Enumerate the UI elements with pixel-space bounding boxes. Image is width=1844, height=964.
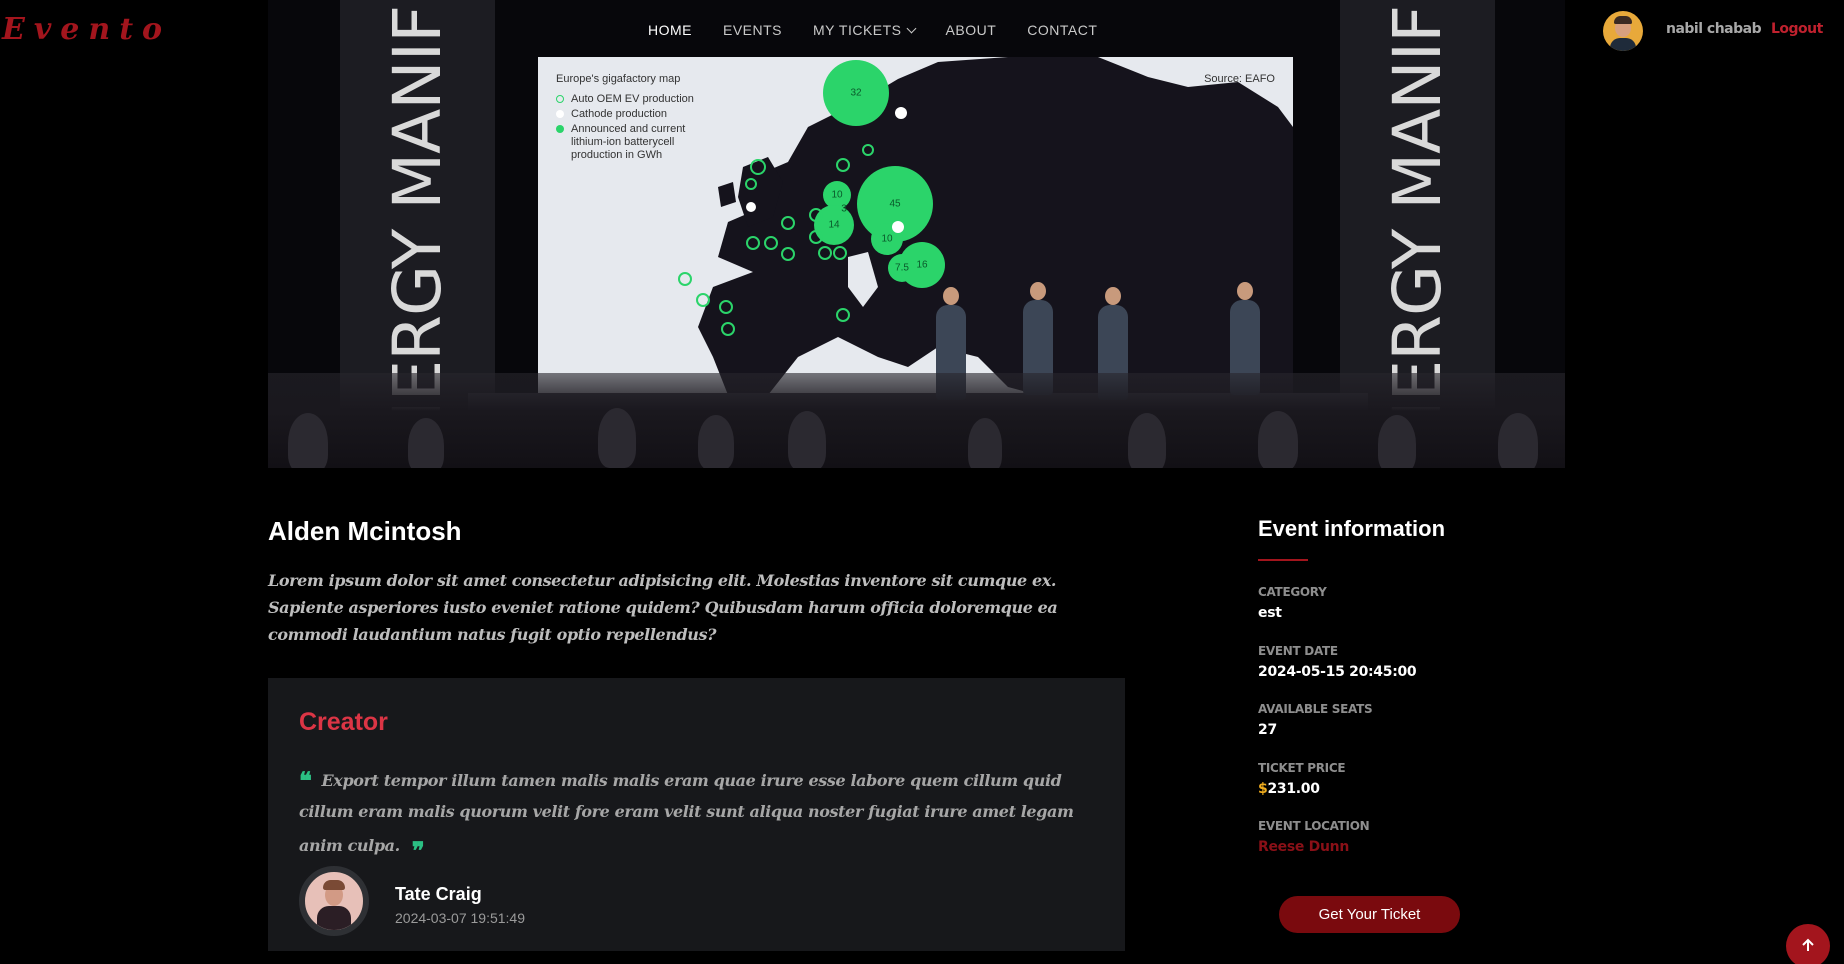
main-nav: HOME EVENTS MY TICKETS ABOUT CONTACT bbox=[648, 22, 1097, 38]
presentation-screen: Europe's gigafactory map Auto OEM EV pro… bbox=[538, 57, 1293, 395]
creator-name: Tate Craig bbox=[395, 884, 482, 904]
user-name[interactable]: nabil chabab bbox=[1666, 21, 1762, 37]
nav-my-tickets[interactable]: MY TICKETS bbox=[813, 22, 916, 38]
user-avatar[interactable] bbox=[1603, 11, 1643, 51]
bubble-label: 3 bbox=[841, 203, 847, 215]
map-title: Europe's gigafactory map bbox=[556, 73, 681, 85]
bubble-label: 45 bbox=[889, 198, 901, 210]
nav-about[interactable]: ABOUT bbox=[946, 22, 997, 38]
chevron-down-icon bbox=[906, 23, 916, 34]
event-date-label: EVENT DATE bbox=[1258, 644, 1338, 658]
seats-label: AVAILABLE SEATS bbox=[1258, 702, 1373, 716]
bubble-label: 7.5 bbox=[895, 262, 909, 274]
get-ticket-button[interactable]: Get Your Ticket bbox=[1279, 896, 1460, 933]
legend-item: Cathode production bbox=[556, 108, 746, 121]
event-title: Alden Mcintosh bbox=[268, 516, 462, 546]
location-label: EVENT LOCATION bbox=[1258, 819, 1370, 833]
brand-logo[interactable]: Evento bbox=[2, 12, 171, 47]
info-heading: Event information bbox=[1258, 516, 1446, 541]
nav-my-tickets-label: MY TICKETS bbox=[813, 22, 902, 38]
nav-events[interactable]: EVENTS bbox=[723, 22, 782, 38]
creator-quote: ❝ Export tempor illum tamen malis malis e… bbox=[299, 762, 1079, 865]
heading-underline bbox=[1258, 559, 1308, 561]
price-label: TICKET PRICE bbox=[1258, 761, 1346, 775]
price-amount: 231.00 bbox=[1267, 781, 1320, 797]
map-source: Source: EAFO bbox=[1204, 73, 1275, 85]
category-label: CATEGORY bbox=[1258, 585, 1327, 599]
nav-contact[interactable]: CONTACT bbox=[1027, 22, 1097, 38]
event-date-value: 2024-05-15 20:45:00 bbox=[1258, 664, 1417, 680]
legend-item: Auto OEM EV production bbox=[556, 93, 746, 106]
nav-home[interactable]: HOME bbox=[648, 22, 692, 38]
price-value: $231.00 bbox=[1258, 781, 1320, 797]
legend-item: Announced and current lithium-ion batter… bbox=[556, 123, 701, 162]
quote-open-icon: ❝ bbox=[299, 766, 312, 795]
bubble-label: 10 bbox=[881, 233, 893, 245]
seats-value: 27 bbox=[1258, 722, 1277, 738]
creator-heading: Creator bbox=[299, 708, 388, 736]
quote-close-icon: ❞ bbox=[411, 836, 425, 865]
audience bbox=[268, 373, 1565, 468]
hero-image: ENERGY MANIFEST ENERGY MANIFEST Europe's… bbox=[268, 0, 1565, 468]
event-description: Lorem ipsum dolor sit amet consectetur a… bbox=[268, 571, 1058, 644]
creator-avatar bbox=[299, 866, 369, 936]
location-link[interactable]: Reese Dunn bbox=[1258, 839, 1349, 855]
bubble-label: 32 bbox=[850, 87, 862, 99]
bubble-label: 10 bbox=[831, 189, 843, 201]
scroll-top-button[interactable] bbox=[1786, 924, 1830, 964]
logout-link[interactable]: Logout bbox=[1771, 21, 1823, 37]
bubble-label: 14 bbox=[828, 219, 840, 231]
creator-card: Creator ❝ Export tempor illum tamen malis… bbox=[268, 678, 1125, 951]
category-value: est bbox=[1258, 605, 1282, 621]
arrow-up-icon bbox=[1802, 938, 1814, 951]
bubble-label: 16 bbox=[916, 259, 928, 271]
creator-date: 2024-03-07 19:51:49 bbox=[395, 910, 525, 926]
